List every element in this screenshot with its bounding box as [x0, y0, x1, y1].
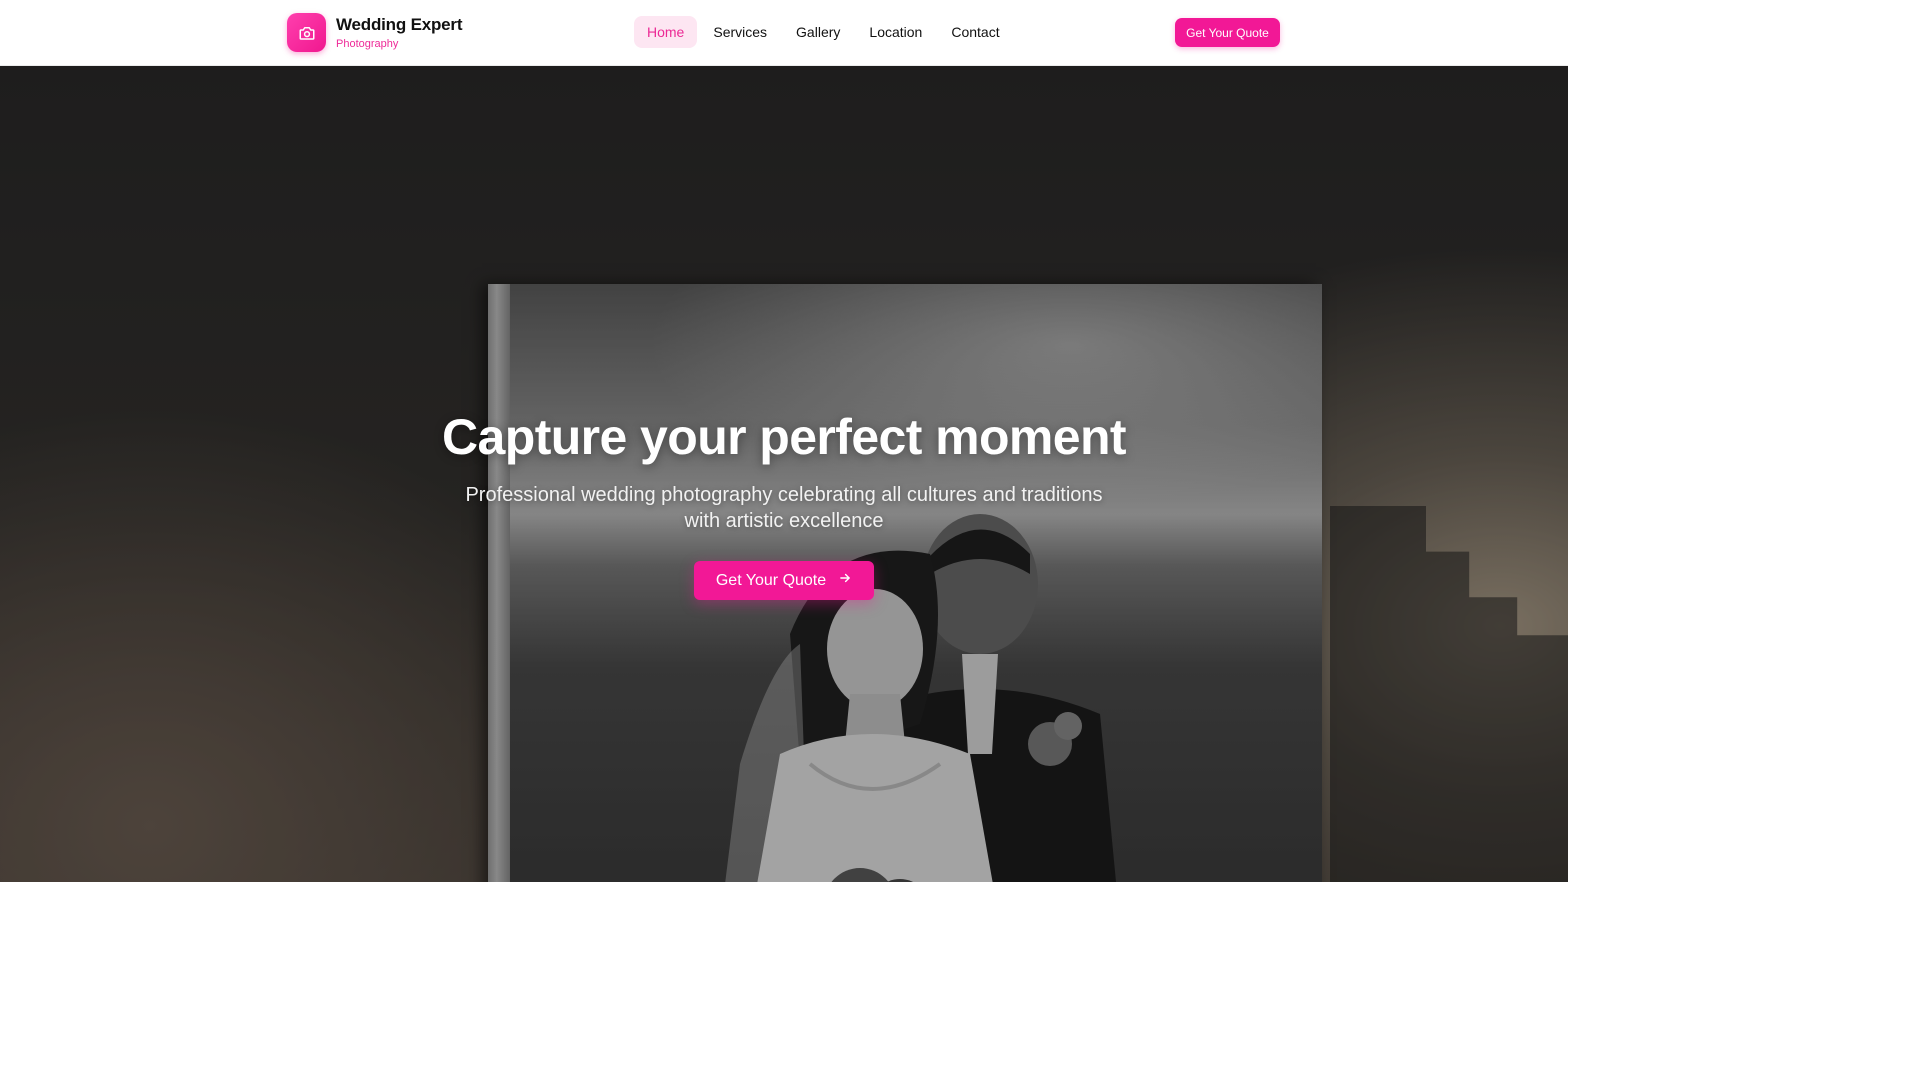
- hero-content: Capture your perfect moment Professional…: [0, 66, 1568, 882]
- hero-subtitle: Professional wedding photography celebra…: [465, 484, 1103, 532]
- nav-item-home[interactable]: Home: [634, 16, 698, 48]
- nav-item-location[interactable]: Location: [856, 16, 935, 48]
- brand-home-link[interactable]: Wedding Expert Photography: [287, 13, 462, 52]
- header-quote-button[interactable]: Get Your Quote: [1175, 18, 1280, 47]
- hero-section: Capture your perfect moment Professional…: [0, 66, 1568, 882]
- nav-item-gallery[interactable]: Gallery: [783, 16, 853, 48]
- brand-name: Wedding Expert: [336, 14, 463, 34]
- hero-quote-button-label: Get Your Quote: [715, 571, 827, 589]
- brand-text: Wedding Expert Photography: [336, 15, 462, 51]
- nav-item-contact[interactable]: Contact: [938, 16, 1012, 48]
- arrow-right-icon: [838, 571, 852, 590]
- nav-item-services[interactable]: Services: [700, 16, 780, 48]
- main-nav: Home Services Gallery Location Contact: [634, 16, 1013, 48]
- site-header: Wedding Expert Photography Home Services…: [0, 0, 1568, 66]
- hero-title: Capture your perfect moment: [442, 409, 1127, 465]
- hero-quote-button[interactable]: Get Your Quote: [694, 561, 874, 600]
- brand-tagline: Photography: [336, 37, 399, 50]
- camera-icon: [287, 13, 326, 52]
